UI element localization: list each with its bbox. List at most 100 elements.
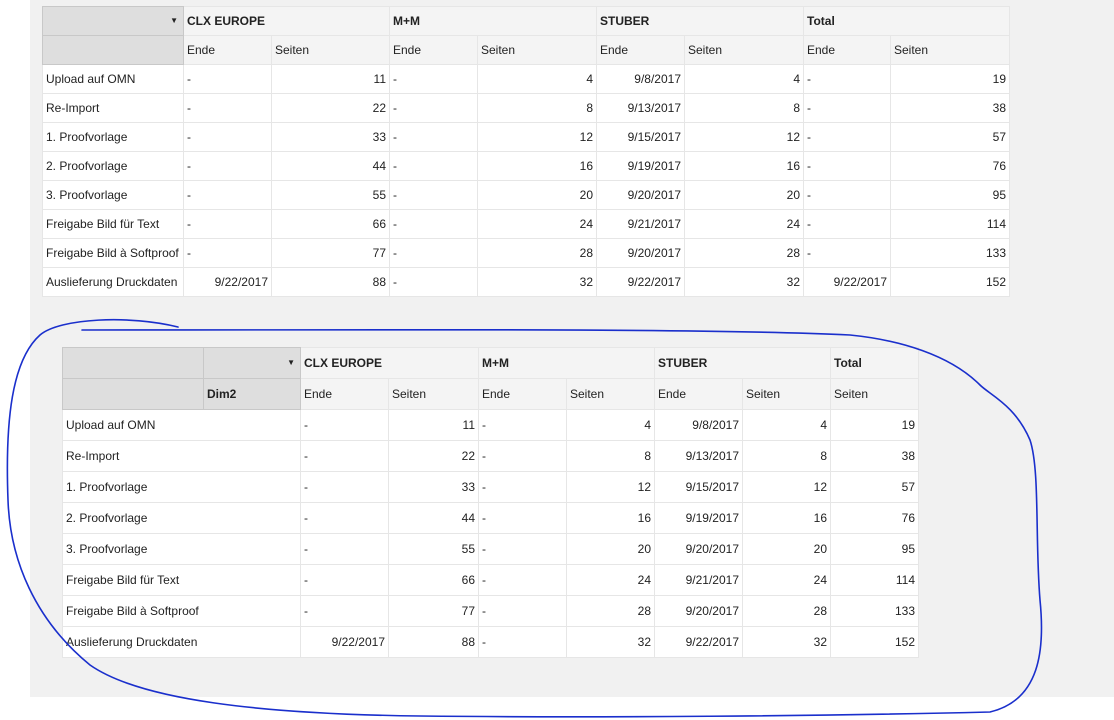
row-label[interactable]: 2. Proofvorlage xyxy=(62,502,301,534)
column-header-ende[interactable]: Ende xyxy=(300,378,389,410)
ende-cell: 9/21/2017 xyxy=(654,564,743,596)
seiten-cell: 152 xyxy=(890,267,1010,297)
group-header-clx-europe[interactable]: CLX EUROPE xyxy=(300,347,479,379)
column-header-seiten[interactable]: Seiten xyxy=(742,378,831,410)
seiten-cell: 20 xyxy=(566,533,655,565)
seiten-cell: 8 xyxy=(566,440,655,472)
row-label[interactable]: 2. Proofvorlage xyxy=(42,151,184,181)
group-header-stuber[interactable]: STUBER xyxy=(654,347,831,379)
column-header-seiten[interactable]: Seiten xyxy=(566,378,655,410)
corner-dropdown-cell[interactable]: ▼ xyxy=(42,6,184,36)
column-header-ende[interactable]: Ende xyxy=(596,35,685,65)
row-label[interactable]: 3. Proofvorlage xyxy=(42,180,184,210)
seiten-cell: 114 xyxy=(890,209,1010,239)
ende-cell: 9/22/2017 xyxy=(654,626,743,658)
seiten-cell: 4 xyxy=(566,409,655,441)
column-header-ende[interactable]: Ende xyxy=(803,35,891,65)
column-header-ende[interactable]: Ende xyxy=(654,378,743,410)
column-header-seiten[interactable]: Seiten xyxy=(477,35,597,65)
seiten-cell: 33 xyxy=(388,471,479,503)
row-label[interactable]: Upload auf OMN xyxy=(42,64,184,94)
dim-header[interactable]: Dim2 xyxy=(203,378,301,410)
seiten-cell: 88 xyxy=(388,626,479,658)
column-header-ende[interactable]: Ende xyxy=(478,378,567,410)
seiten-cell: 16 xyxy=(742,502,831,534)
ende-cell: - xyxy=(389,64,478,94)
seiten-cell: 12 xyxy=(684,122,804,152)
row-label[interactable]: Freigabe Bild für Text xyxy=(42,209,184,239)
seiten-cell: 133 xyxy=(890,238,1010,268)
group-header-stuber[interactable]: STUBER xyxy=(596,6,804,36)
table-row: Freigabe Bild für Text -66-24 9/21/2017 24 1… xyxy=(62,564,919,596)
ende-cell: 9/22/2017 xyxy=(183,267,272,297)
dropdown-arrow-icon[interactable]: ▼ xyxy=(287,357,295,369)
row-label[interactable]: Re-Import xyxy=(42,93,184,123)
ende-cell: 9/20/2017 xyxy=(596,238,685,268)
row-label[interactable]: Freigabe Bild für Text xyxy=(62,564,301,596)
ende-cell: - xyxy=(300,502,389,534)
group-header-mm[interactable]: M+M xyxy=(478,347,655,379)
ende-cell: - xyxy=(803,238,891,268)
seiten-cell: 32 xyxy=(684,267,804,297)
table-row: Re-Import -22-8 9/13/2017 8 38 xyxy=(62,440,919,472)
column-header-seiten[interactable]: Seiten xyxy=(830,378,919,410)
ende-cell: - xyxy=(300,595,389,627)
column-header-seiten[interactable]: Seiten xyxy=(271,35,390,65)
group-header-mm[interactable]: M+M xyxy=(389,6,597,36)
ende-cell: - xyxy=(478,564,567,596)
ende-cell: - xyxy=(803,151,891,181)
ende-cell: 9/15/2017 xyxy=(596,122,685,152)
ende-cell: - xyxy=(300,533,389,565)
table-row: Freigabe Bild à Softproof -77-28 9/20/2017… xyxy=(42,238,1010,268)
seiten-cell: 28 xyxy=(742,595,831,627)
column-header-ende[interactable]: Ende xyxy=(389,35,478,65)
seiten-cell: 33 xyxy=(271,122,390,152)
ende-cell: - xyxy=(478,471,567,503)
seiten-cell: 11 xyxy=(388,409,479,441)
table-row: 1. Proofvorlage -33-12 9/15/2017 12 57 xyxy=(62,471,919,503)
ende-cell: 9/8/2017 xyxy=(654,409,743,441)
table-row: Upload auf OMN -11-4 9/8/2017 4-19 xyxy=(42,64,1010,94)
table-row: Upload auf OMN -11-4 9/8/2017 4 19 xyxy=(62,409,919,441)
group-header-clx-europe[interactable]: CLX EUROPE xyxy=(183,6,390,36)
row-label[interactable]: Auslieferung Druckdaten xyxy=(62,626,301,658)
column-header-seiten[interactable]: Seiten xyxy=(890,35,1010,65)
group-header-total[interactable]: Total xyxy=(830,347,919,379)
ende-cell: - xyxy=(803,64,891,94)
seiten-cell: 24 xyxy=(684,209,804,239)
row-label[interactable]: Freigabe Bild à Softproof xyxy=(62,595,301,627)
seiten-cell: 4 xyxy=(742,409,831,441)
row-label[interactable]: Upload auf OMN xyxy=(62,409,301,441)
seiten-cell: 57 xyxy=(890,122,1010,152)
seiten-cell: 8 xyxy=(477,93,597,123)
row-label[interactable]: Freigabe Bild à Softproof xyxy=(42,238,184,268)
ende-cell: - xyxy=(478,409,567,441)
row-label[interactable]: 1. Proofvorlage xyxy=(42,122,184,152)
table-row: 3. Proofvorlage -55-20 9/20/2017 20 95 xyxy=(62,533,919,565)
seiten-cell: 28 xyxy=(684,238,804,268)
column-header-ende[interactable]: Ende xyxy=(183,35,272,65)
row-label[interactable]: 1. Proofvorlage xyxy=(62,471,301,503)
ende-cell: 9/8/2017 xyxy=(596,64,685,94)
row-label[interactable]: 3. Proofvorlage xyxy=(62,533,301,565)
column-header-seiten[interactable]: Seiten xyxy=(388,378,479,410)
seiten-cell: 38 xyxy=(830,440,919,472)
ende-cell: - xyxy=(389,238,478,268)
seiten-cell: 32 xyxy=(566,626,655,658)
ende-cell: 9/19/2017 xyxy=(596,151,685,181)
seiten-cell: 20 xyxy=(742,533,831,565)
group-header-total[interactable]: Total xyxy=(803,6,1010,36)
dropdown-arrow-icon[interactable]: ▼ xyxy=(170,15,178,27)
row-label[interactable]: Re-Import xyxy=(62,440,301,472)
ende-cell: - xyxy=(183,209,272,239)
ende-cell: - xyxy=(478,626,567,658)
seiten-cell: 38 xyxy=(890,93,1010,123)
ende-cell: - xyxy=(300,409,389,441)
dim-dropdown-cell[interactable]: ▼ xyxy=(203,347,301,379)
ende-cell: 9/20/2017 xyxy=(654,595,743,627)
ende-cell: - xyxy=(300,471,389,503)
column-header-seiten[interactable]: Seiten xyxy=(684,35,804,65)
ende-cell: - xyxy=(478,502,567,534)
ende-cell: 9/20/2017 xyxy=(654,533,743,565)
row-label[interactable]: Auslieferung Druckdaten xyxy=(42,267,184,297)
